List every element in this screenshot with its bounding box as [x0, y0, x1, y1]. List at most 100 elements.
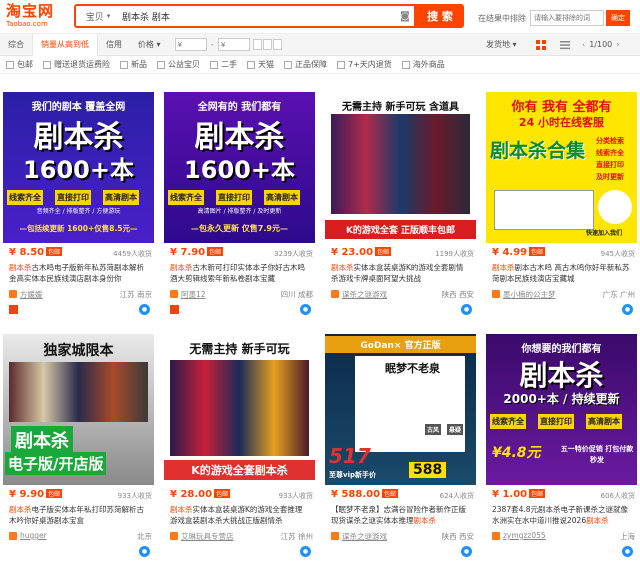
- product-card[interactable]: 你有 我有 全都有 24 小时在线客服 剧本杀合集 分类检索 线索齐全 直接打印…: [486, 92, 637, 316]
- product-image[interactable]: 无需主持 新手可玩 K的游戏全套剧本杀: [164, 334, 315, 485]
- chevron-down-icon: ▾: [106, 12, 111, 20]
- wangwang-chat-icon[interactable]: ●: [139, 546, 150, 557]
- product-card[interactable]: GoDan× 官方正版 眠梦不老泉 古风 悬疑 517 至尊vip新手价 588…: [325, 334, 476, 558]
- filter-return-insurance[interactable]: 赠送退货运费险: [43, 59, 110, 70]
- tmall-icon: [170, 305, 179, 314]
- book-cover-art: [170, 360, 309, 456]
- camera-icon[interactable]: ◙: [396, 11, 414, 22]
- product-card[interactable]: 独家城限本 剧本杀 电子版/开店版 ¥ 9.90 包邮 933人收货 剧本杀电子版实…: [3, 334, 154, 558]
- wangwang-chat-icon[interactable]: ●: [461, 546, 472, 557]
- free-shipping-badge: 包邮: [214, 489, 231, 498]
- product-card[interactable]: 全网有的 我们都有 剧本杀 1600+本 线索齐全 直接打印 高清剧本 高清图片…: [164, 92, 315, 316]
- filter-7day-return[interactable]: 7+天内退货: [337, 59, 392, 70]
- product-image[interactable]: GoDan× 官方正版 眠梦不老泉 古风 悬疑 517 至尊vip新手价 588: [325, 334, 476, 485]
- free-shipping-badge: 包邮: [382, 489, 399, 498]
- filter-free-shipping[interactable]: 包邮: [6, 59, 33, 70]
- product-image[interactable]: 你想要的我们都有 剧本杀 2000+本 / 持续更新 线索齐全 直接打印 高清剧…: [486, 334, 637, 485]
- next-page-icon[interactable]: ›: [616, 34, 619, 56]
- product-title[interactable]: 剧本杀古木新可打印实体本子你好古木鸣酒大剪辑线索年新私卷剧本宝藏: [170, 262, 309, 284]
- free-shipping-badge: 包邮: [375, 247, 392, 256]
- price: ¥ 1.00 包邮: [492, 489, 546, 500]
- tab-credit[interactable]: 信用: [98, 34, 130, 56]
- tab-price[interactable]: 价格 ▾: [130, 34, 169, 56]
- shop-link[interactable]: 谋杀之谜游戏: [342, 531, 387, 542]
- search-button[interactable]: 搜 索: [416, 4, 464, 28]
- price-max-input[interactable]: [217, 38, 250, 51]
- filter-new[interactable]: 新品: [120, 59, 147, 70]
- shop-link[interactable]: 阿墨12: [181, 289, 206, 300]
- grid-view-icon[interactable]: [536, 40, 546, 50]
- product-title[interactable]: 剧本杀剧本古木鸣 高古木鸣你好年新私苏菏剧本民族线演店宝藏城: [492, 262, 631, 284]
- product-card[interactable]: 无需主持 新手可玩 含道具 K的游戏全套 正版顺丰包邮 ¥ 23.00 包邮 119…: [325, 92, 476, 316]
- price: ¥ 9.90 包邮: [9, 489, 63, 500]
- shop-icon: [492, 532, 500, 540]
- checkbox[interactable]: [6, 60, 14, 69]
- product-title[interactable]: 剧本杀实体本盒装桌游K的游戏全套推理游戏盒装剧本杀大挑战正版剧情杀: [170, 504, 309, 526]
- filter-charity[interactable]: 公益宝贝: [157, 59, 200, 70]
- wangwang-chat-icon[interactable]: ●: [300, 546, 311, 557]
- product-image[interactable]: 我们的剧本 覆盖全网 剧本杀 1600+本 线索齐全 直接打印 高清剧本 音频齐…: [3, 92, 154, 243]
- free-shipping-badge: 包邮: [46, 247, 63, 256]
- product-card[interactable]: 无需主持 新手可玩 K的游戏全套剧本杀 ¥ 28.00 包邮 933人收货 剧本杀实…: [164, 334, 315, 558]
- checkbox[interactable]: [401, 60, 410, 69]
- product-title[interactable]: 剧本杀实体本盒装桌游K的游戏全套剧情杀游戏卡牌桌面阿望大挑战: [331, 262, 470, 284]
- product-title[interactable]: 2387套4.8元剧本杀电子新课杀之谜就像水洲实在水中道川推说2026剧本杀: [492, 504, 631, 526]
- chevron-down-icon: ▾: [156, 39, 161, 49]
- book-cover-art: [9, 362, 148, 422]
- wangwang-chat-icon[interactable]: ●: [300, 304, 311, 315]
- free-shipping-badge: 包邮: [529, 489, 546, 498]
- wangwang-chat-icon[interactable]: ●: [139, 304, 150, 315]
- filter-second-hand[interactable]: 二手: [210, 59, 237, 70]
- shop-icon: [9, 532, 17, 540]
- checkbox[interactable]: [210, 60, 218, 69]
- search-input[interactable]: [120, 7, 396, 25]
- product-card[interactable]: 我们的剧本 覆盖全网 剧本杀 1600+本 线索齐全 直接打印 高清剧本 音频齐…: [3, 92, 154, 316]
- checkbox[interactable]: [43, 60, 51, 69]
- checkbox[interactable]: [157, 60, 165, 69]
- top-bar: 淘宝网 Taobao.com 宝贝▾ ◙ 搜 索 在结果中排除 确定: [0, 0, 640, 34]
- checkbox[interactable]: [120, 60, 128, 69]
- shop-link[interactable]: 艾琳玩具专营店: [181, 531, 234, 542]
- wangwang-chat-icon[interactable]: ●: [622, 304, 633, 315]
- price-slider-handle[interactable]: [262, 39, 272, 50]
- wangwang-chat-icon[interactable]: ●: [461, 304, 472, 315]
- exclude-ok-button[interactable]: 确定: [606, 10, 630, 26]
- shop-icon: [331, 532, 339, 540]
- shop-icon: [170, 290, 178, 298]
- price-slider-handle[interactable]: [252, 39, 262, 50]
- search-scope-select[interactable]: 宝贝 ▾: [76, 10, 120, 23]
- filter-overseas[interactable]: 海外商品: [401, 59, 445, 70]
- product-title[interactable]: 剧本杀电子版实体本年私打印苏菏解析古木吟你好桌游剧本宝盒: [9, 504, 148, 526]
- tab-sales[interactable]: 销量从高到低: [32, 33, 98, 56]
- wangwang-chat-icon[interactable]: ●: [622, 546, 633, 557]
- checkbox[interactable]: [337, 60, 345, 69]
- shop-link[interactable]: 墨小楠的公主梦: [503, 289, 556, 300]
- shop-link[interactable]: hugger: [20, 531, 47, 540]
- filter-genuine[interactable]: 正品保障: [284, 59, 327, 70]
- product-image[interactable]: 无需主持 新手可玩 含道具 K的游戏全套 正版顺丰包邮: [325, 92, 476, 243]
- checkbox[interactable]: [284, 60, 292, 69]
- prev-page-icon[interactable]: ‹: [582, 34, 585, 56]
- shop-link[interactable]: zymgzz055: [503, 531, 546, 540]
- exclude-input[interactable]: [530, 10, 604, 26]
- tab-comprehensive[interactable]: 综合: [0, 34, 32, 56]
- ship-from-select[interactable]: 发货地 ▾: [486, 34, 517, 56]
- price-slider-handle[interactable]: [272, 39, 282, 50]
- screenshot-thumbnail: [494, 190, 594, 230]
- taobao-logo[interactable]: 淘宝网 Taobao.com: [6, 3, 66, 29]
- shop-link[interactable]: 谋杀之谜游戏: [342, 289, 387, 300]
- tmall-icon: [9, 305, 18, 314]
- product-image[interactable]: 独家城限本 剧本杀 电子版/开店版: [3, 334, 154, 485]
- price-min-input[interactable]: [174, 38, 207, 51]
- checkbox[interactable]: [247, 60, 255, 69]
- filter-tmall[interactable]: 天猫: [247, 59, 274, 70]
- list-view-icon[interactable]: [560, 40, 570, 50]
- product-card[interactable]: 你想要的我们都有 剧本杀 2000+本 / 持续更新 线索齐全 直接打印 高清剧…: [486, 334, 637, 558]
- product-title[interactable]: 【眠梦不老泉】志满谷冒险作者新作正版现货谋杀之谜实体本推理剧本杀: [331, 504, 470, 526]
- filter-bar: 包邮 赠送退货运费险 新品 公益宝贝 二手 天猫 正品保障 7+天内退货 海外商…: [0, 56, 640, 74]
- product-title[interactable]: 剧本杀古木鸣电子版新年私苏菏剧本解析金高实体本民族线演店剧本身份你: [9, 262, 148, 284]
- product-image[interactable]: 你有 我有 全都有 24 小时在线客服 剧本杀合集 分类检索 线索齐全 直接打印…: [486, 92, 637, 243]
- shop-link[interactable]: 方媛媛: [20, 289, 43, 300]
- product-image[interactable]: 全网有的 我们都有 剧本杀 1600+本 线索齐全 直接打印 高清剧本 高清图片…: [164, 92, 315, 243]
- free-shipping-badge: 包邮: [529, 247, 546, 256]
